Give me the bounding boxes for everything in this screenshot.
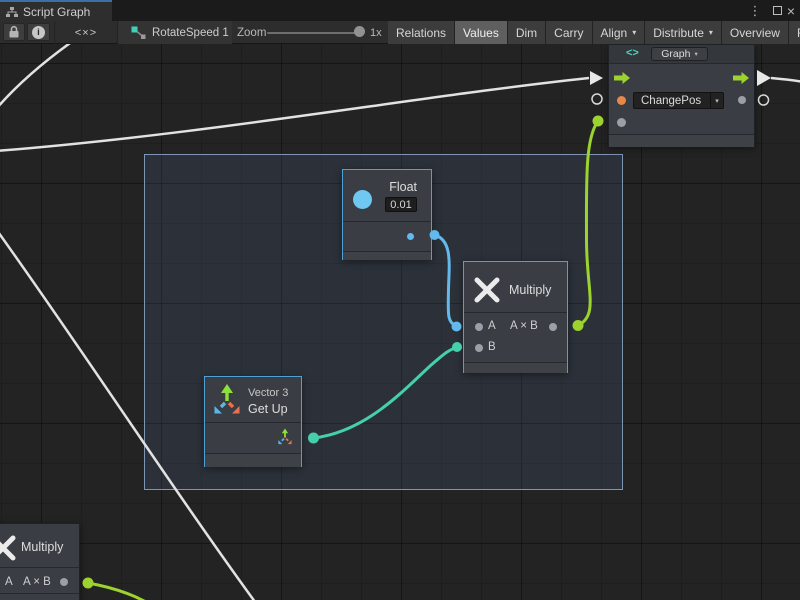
event-target-port[interactable] [617, 96, 626, 105]
control-input-arrow-icon[interactable] [614, 72, 630, 84]
node-footer [609, 134, 754, 147]
float-node-header[interactable]: Float [343, 170, 431, 222]
output-label: A × B [510, 320, 538, 332]
vector3-output-port-icon[interactable] [277, 428, 293, 446]
wire-white-top-left[interactable] [0, 44, 80, 109]
vector-node-title: Get Up [248, 402, 288, 416]
wire-white-into-graph-node[interactable] [0, 78, 589, 151]
unconnected-endpoint-icon [759, 95, 769, 105]
zoom-slider-handle[interactable] [354, 26, 365, 37]
input-b-port[interactable] [475, 344, 483, 352]
float-node-title: Float [389, 180, 417, 194]
toggle-relations[interactable]: Relations [388, 21, 455, 44]
chevron-down-icon: ▾ [632, 28, 636, 37]
node-footer [0, 593, 79, 600]
dropdown-align[interactable]: Align▾ [593, 21, 646, 44]
graph-dropdown-button[interactable]: Graph ▾ [651, 47, 708, 61]
multiply2-node-header[interactable]: Multiply [0, 524, 79, 568]
toolbar-divider [54, 21, 55, 44]
vector-node-header[interactable]: Vector 3 Get Up [205, 377, 301, 423]
multiply-node-title: Multiply [509, 283, 551, 297]
dropdown-distribute[interactable]: Distribute▾ [645, 21, 722, 44]
info-icon: i [32, 26, 45, 39]
zoom-value: 1x [370, 21, 382, 44]
float-type-icon [353, 190, 372, 209]
graph-node-icon [131, 26, 146, 39]
vector3-get-up-node[interactable]: Vector 3 Get Up [204, 376, 302, 467]
multiply-node[interactable]: Multiply A A × B B [463, 261, 568, 373]
kebab-menu-icon: ⋮ [749, 3, 762, 19]
multiply-icon [473, 276, 501, 304]
float-output-port[interactable] [407, 233, 414, 240]
toggle-dim[interactable]: Dim [508, 21, 546, 44]
toggle-values[interactable]: Values [455, 21, 508, 44]
code-angle-icon: <> [626, 47, 639, 59]
graph-event-node[interactable]: <> Graph ▾ ChangePos ▾ [608, 44, 755, 147]
unconnected-endpoint-icon [592, 94, 602, 104]
output-port[interactable] [549, 323, 557, 331]
vector3-icon [211, 383, 243, 417]
toggle-fullscreen[interactable]: Full Screen [789, 21, 800, 44]
multiply-node-partial[interactable]: Multiply A A × B [0, 523, 80, 600]
window-close-button[interactable]: × [784, 0, 798, 21]
info-button[interactable]: i [27, 23, 50, 41]
wire-white-out-right[interactable] [771, 78, 800, 82]
script-graph-tab-icon [6, 6, 18, 18]
tab-script-graph[interactable]: Script Graph [0, 0, 112, 21]
graph-breadcrumb[interactable]: RotateSpeed 1 [118, 21, 232, 44]
input-a-label: A [488, 320, 496, 332]
chevron-down-icon: ▾ [694, 50, 697, 58]
code-brackets-icon: <×> [75, 27, 97, 39]
input-b-label: B [488, 341, 496, 353]
multiply-node-header[interactable]: Multiply [464, 262, 567, 313]
event-name-dropdown[interactable]: ChangePos ▾ [633, 92, 724, 109]
toolbar-toggle-group: Relations Values Dim Carry Align▾ Distri… [388, 21, 800, 44]
maximize-icon [773, 6, 782, 15]
wire-multiply2-output[interactable] [88, 583, 146, 600]
code-view-button[interactable]: <×> [56, 21, 116, 44]
node-footer [464, 362, 567, 373]
chevron-down-icon: ▾ [709, 28, 713, 37]
breadcrumb-label: RotateSpeed 1 [152, 27, 229, 39]
vector-type-label: Vector 3 [248, 387, 288, 399]
window-maximize-button[interactable] [773, 0, 782, 21]
input-a-port[interactable] [475, 323, 483, 331]
window-menu-button[interactable]: ⋮ [748, 0, 762, 21]
output-port[interactable] [60, 578, 68, 586]
zoom-label: Zoom [237, 21, 266, 44]
value-output-port[interactable] [738, 96, 746, 104]
chevron-down-icon: ▾ [710, 93, 723, 108]
graph-toolbar: i <×> RotateSpeed 1 Zoom 1x Relations Va… [0, 21, 800, 44]
multiply2-node-title: Multiply [21, 540, 63, 554]
tab-title: Script Graph [23, 5, 90, 19]
float-literal-node[interactable]: Float [342, 169, 432, 260]
node-footer [343, 251, 431, 260]
window-tab-bar: Script Graph ⋮ × [0, 0, 800, 21]
graph-node-header[interactable]: <> Graph ▾ [609, 45, 754, 64]
multiply-icon [0, 534, 17, 562]
lock-icon [8, 25, 20, 39]
close-icon: × [787, 3, 795, 19]
lock-button[interactable] [3, 23, 25, 41]
output-label: A × B [23, 576, 51, 588]
input-a-label: A [5, 576, 13, 588]
node-footer [205, 453, 301, 467]
toggle-carry[interactable]: Carry [546, 21, 592, 44]
control-output-arrow-icon[interactable] [733, 72, 749, 84]
wire-arrowhead-icon [757, 70, 771, 86]
float-value-input[interactable] [385, 197, 417, 212]
graph-canvas[interactable]: <> Graph ▾ ChangePos ▾ Float [0, 44, 800, 600]
value-input-port[interactable] [617, 118, 626, 127]
wire-arrowhead-icon [590, 71, 603, 85]
zoom-slider-track[interactable] [267, 32, 359, 34]
toggle-overview[interactable]: Overview [722, 21, 789, 44]
